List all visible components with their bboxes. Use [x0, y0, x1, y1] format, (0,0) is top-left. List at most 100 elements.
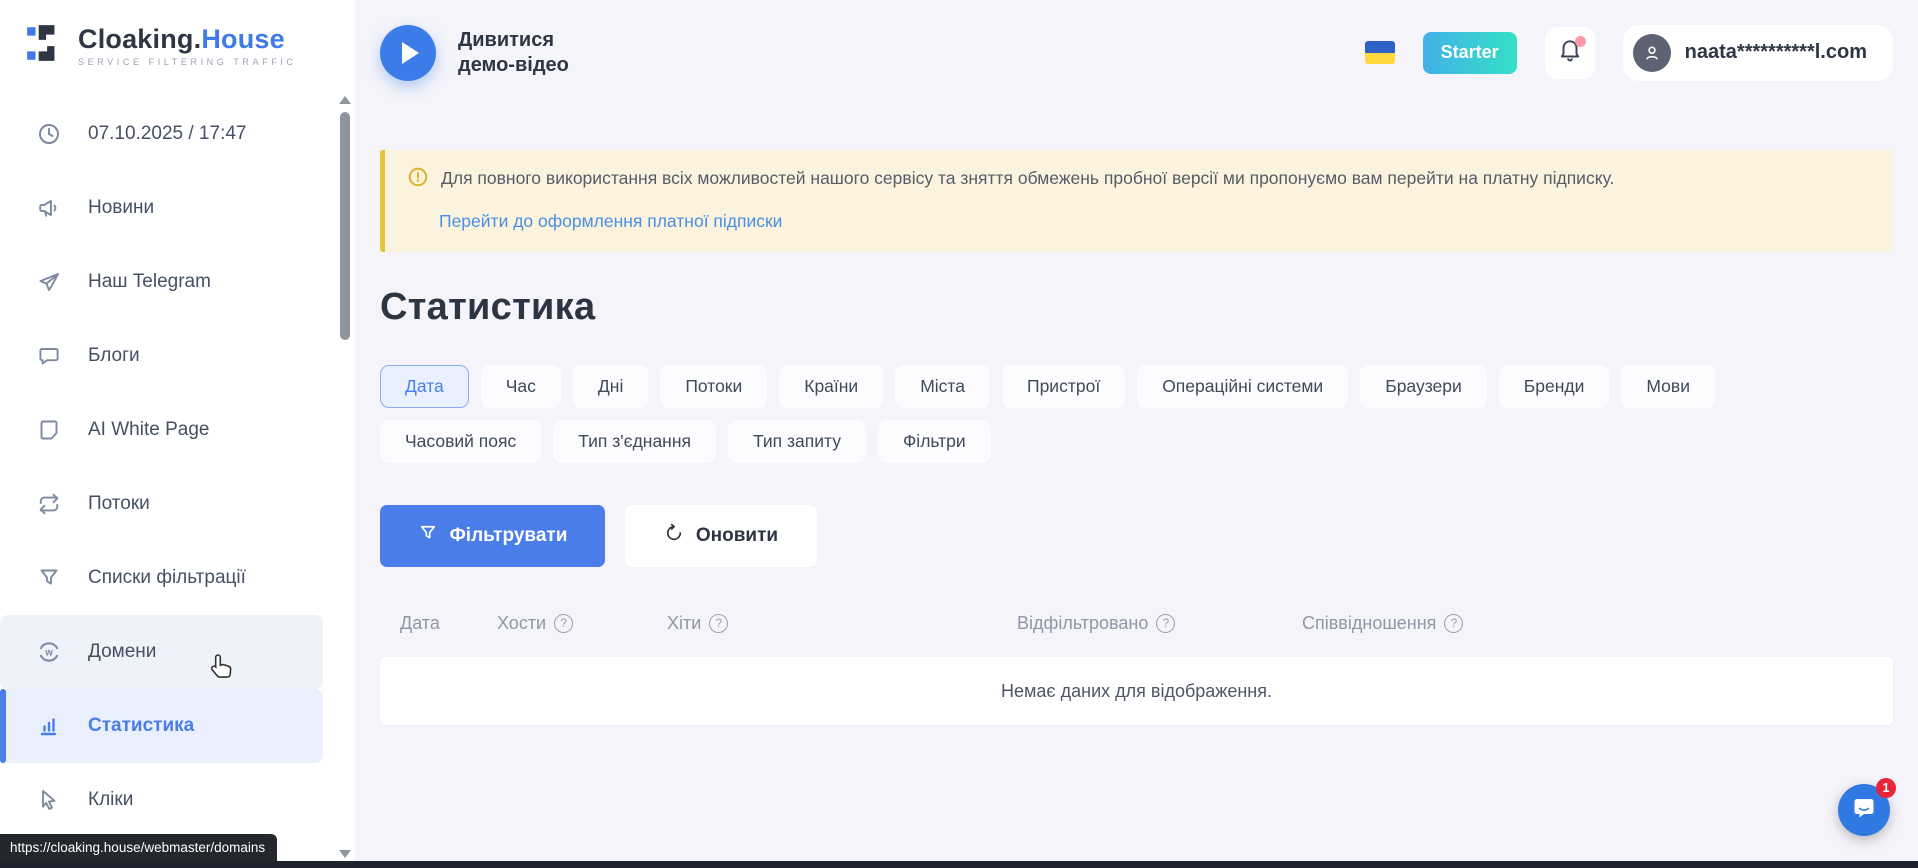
notification-dot	[1575, 36, 1586, 47]
chip-filters[interactable]: Фільтри	[878, 420, 991, 463]
help-icon[interactable]: ?	[554, 614, 573, 633]
sidebar-item-streams[interactable]: Потоки	[0, 467, 323, 541]
refresh-button[interactable]: Оновити	[625, 505, 817, 567]
chip-days[interactable]: Дні	[573, 365, 648, 408]
clock-icon	[36, 121, 62, 147]
subscribe-link[interactable]: Перейти до оформлення платної підписки	[439, 211, 782, 232]
help-icon[interactable]: ?	[1156, 614, 1175, 633]
mouse-hand-cursor	[208, 652, 236, 687]
table-header: Дата Хости ? Хіти ? Відфільтровано ? Спі…	[380, 599, 1893, 647]
demo-video-label[interactable]: Дивитися демо-відео	[458, 28, 569, 78]
funnel-icon	[36, 565, 62, 591]
sidebar-item-telegram[interactable]: Наш Telegram	[0, 245, 323, 319]
sidebar-item-label: Списки фільтрації	[88, 567, 246, 589]
chat-bubble-icon	[1850, 794, 1878, 827]
sidebar-item-statistics[interactable]: Статистика	[0, 689, 323, 763]
sidebar-scrollbar[interactable]	[338, 96, 352, 864]
sidebar-item-label: AI White Page	[88, 419, 209, 441]
warning-icon	[407, 166, 429, 193]
logo-text: Cloaking.House SERVICE FILTERING TRAFFIC	[78, 24, 297, 67]
sidebar-item-label: Статистика	[88, 715, 194, 737]
refresh-icon	[664, 523, 684, 549]
topbar-right: Starter naata**********l.com	[1365, 25, 1893, 81]
column-header-hosts: Хости ?	[497, 613, 667, 634]
chip-timezone[interactable]: Часовий пояс	[380, 420, 541, 463]
help-icon[interactable]: ?	[709, 614, 728, 633]
link-url-statusbar: https://cloaking.house/webmaster/domains	[0, 834, 277, 861]
banner-text: Для повного використання всіх можливосте…	[441, 166, 1614, 193]
window-bottom-edge	[0, 861, 1918, 868]
topbar: Дивитися демо-відео Starter naata*******…	[355, 0, 1918, 105]
page-icon	[36, 417, 62, 443]
chip-operating-systems[interactable]: Операційні системи	[1137, 365, 1348, 408]
sidebar-item-label: Блоги	[88, 345, 140, 367]
chip-time[interactable]: Час	[481, 365, 561, 408]
brand-accent: House	[201, 24, 285, 54]
sidebar-item-domains[interactable]: w Домени	[0, 615, 323, 689]
filter-chips: Дата Час Дні Потоки Країни Міста Пристро…	[380, 365, 1860, 463]
chip-languages[interactable]: Мови	[1621, 365, 1715, 408]
sidebar-item-label: Кліки	[88, 789, 133, 811]
svg-text:w: w	[44, 647, 53, 658]
sidebar-item-label: 07.10.2025 / 17:47	[88, 123, 246, 145]
sidebar-nav: 07.10.2025 / 17:47 Новини Наш Telegram Б…	[0, 97, 355, 837]
main-content: Для повного використання всіх можливосте…	[355, 105, 1918, 868]
column-header-date: Дата	[380, 613, 497, 634]
sidebar: Cloaking.House SERVICE FILTERING TRAFFIC…	[0, 0, 355, 868]
paper-plane-icon	[36, 269, 62, 295]
sidebar-item-blogs[interactable]: Блоги	[0, 319, 323, 393]
help-icon[interactable]: ?	[1444, 614, 1463, 633]
filter-button[interactable]: Фільтрувати	[380, 505, 605, 567]
chip-browsers[interactable]: Браузери	[1360, 365, 1487, 408]
logo-mark-icon	[24, 22, 66, 69]
chip-connection-type[interactable]: Тип з'єднання	[553, 420, 716, 463]
sidebar-item-ai-white-page[interactable]: AI White Page	[0, 393, 323, 467]
sidebar-item-clicks[interactable]: Кліки	[0, 763, 323, 837]
column-header-ratio: Співвідношення ?	[1302, 613, 1463, 634]
chip-brands[interactable]: Бренди	[1499, 365, 1610, 408]
scrollbar-thumb[interactable]	[340, 112, 350, 340]
notifications-button[interactable]	[1545, 27, 1595, 79]
trial-warning-banner: Для повного використання всіх можливосте…	[380, 150, 1893, 252]
column-header-filtered: Відфільтровано ?	[1017, 613, 1302, 634]
sidebar-item-datetime[interactable]: 07.10.2025 / 17:47	[0, 97, 323, 171]
plan-starter-button[interactable]: Starter	[1423, 32, 1517, 74]
brand-primary: Cloaking.	[78, 24, 201, 54]
sidebar-item-label: Домени	[88, 641, 156, 663]
megaphone-icon	[36, 195, 62, 221]
chip-date[interactable]: Дата	[380, 365, 469, 408]
user-account-button[interactable]: naata**********l.com	[1623, 25, 1893, 81]
logo-tagline: SERVICE FILTERING TRAFFIC	[78, 57, 297, 67]
chip-countries[interactable]: Країни	[779, 365, 883, 408]
scrollbar-down-arrow[interactable]	[339, 850, 351, 858]
sidebar-item-label: Потоки	[88, 493, 150, 515]
funnel-icon	[418, 523, 438, 549]
column-header-hits: Хіти ?	[667, 613, 1017, 634]
empty-state: Немає даних для відображення.	[380, 657, 1893, 725]
language-flag-ukraine[interactable]	[1365, 41, 1395, 64]
scrollbar-up-arrow[interactable]	[339, 96, 351, 104]
play-icon	[402, 42, 419, 64]
user-email: naata**********l.com	[1685, 41, 1867, 64]
chip-request-type[interactable]: Тип запиту	[728, 420, 866, 463]
demo-video-play-button[interactable]	[380, 25, 436, 81]
empty-state-text: Немає даних для відображення.	[1001, 681, 1272, 702]
page-title: Статистика	[380, 286, 1893, 329]
cursor-arrow-icon	[36, 787, 62, 813]
repeat-arrows-icon	[36, 491, 62, 517]
chip-streams[interactable]: Потоки	[660, 365, 767, 408]
avatar	[1633, 34, 1671, 72]
bar-chart-icon	[36, 713, 62, 739]
sidebar-item-label: Новини	[88, 197, 154, 219]
sidebar-item-label: Наш Telegram	[88, 271, 211, 293]
sidebar-item-news[interactable]: Новини	[0, 171, 323, 245]
actions-row: Фільтрувати Оновити	[380, 505, 1893, 567]
sidebar-item-filter-lists[interactable]: Списки фільтрації	[0, 541, 323, 615]
chip-cities[interactable]: Міста	[895, 365, 990, 408]
chat-widget-button[interactable]: 1	[1838, 784, 1890, 836]
logo[interactable]: Cloaking.House SERVICE FILTERING TRAFFIC	[0, 0, 355, 69]
chat-bubble-icon	[36, 343, 62, 369]
chip-devices[interactable]: Пристрої	[1002, 365, 1125, 408]
domain-www-icon: w	[36, 639, 62, 665]
chat-unread-badge: 1	[1876, 778, 1896, 798]
